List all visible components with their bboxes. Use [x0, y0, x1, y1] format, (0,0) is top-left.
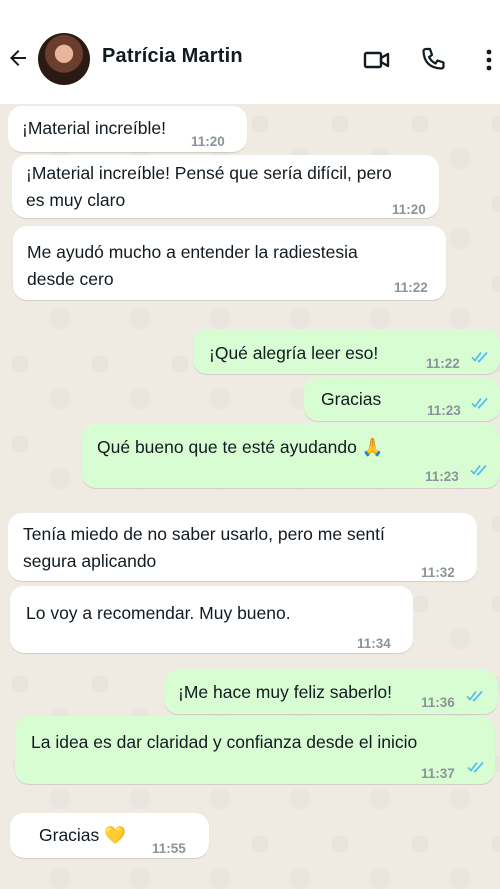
message-text: Qué bueno que te esté ayudando 🙏: [97, 437, 384, 457]
message-text: Lo voy a recomendar. Muy bueno.: [26, 603, 291, 623]
back-arrow-icon[interactable]: [6, 46, 30, 70]
message-time: 11:20: [191, 134, 225, 149]
contact-name[interactable]: Patrícia Martin: [102, 45, 243, 68]
more-vertical-icon[interactable]: [474, 45, 500, 75]
message-bubble-outgoing[interactable]: Gracias 11:23: [304, 377, 500, 421]
message-time: 11:37: [421, 766, 455, 781]
message-bubble-incoming[interactable]: Tenía miedo de no saber usarlo, pero me …: [8, 513, 477, 581]
message-text: ¡Material increíble! Pensé que sería dif…: [26, 163, 392, 183]
message-bubble-outgoing[interactable]: Qué bueno que te esté ayudando 🙏 11:23: [82, 423, 500, 488]
message-time: 11:23: [427, 403, 461, 418]
video-call-icon[interactable]: [362, 45, 392, 75]
message-text: segura aplicando: [23, 551, 157, 571]
message-bubble-incoming[interactable]: Lo voy a recomendar. Muy bueno. 11:34: [10, 586, 413, 653]
message-bubble-outgoing[interactable]: ¡Qué alegría leer eso! 11:22: [193, 329, 500, 374]
read-ticks-icon: [466, 690, 483, 702]
phone-icon[interactable]: [418, 45, 448, 75]
message-bubble-incoming[interactable]: ¡Material increíble! 11:20: [8, 106, 247, 152]
message-time: 11:34: [357, 636, 391, 651]
message-text: Me ayudó mucho a entender la radiestesia: [27, 242, 358, 262]
avatar[interactable]: [38, 33, 90, 85]
message-time: 11:20: [392, 202, 426, 217]
message-time: 11:32: [421, 565, 455, 580]
read-ticks-icon: [471, 397, 488, 409]
read-ticks-icon: [470, 464, 487, 476]
chat-header: Patrícia Martin: [0, 0, 500, 104]
message-text: ¡Qué alegría leer eso!: [209, 343, 379, 363]
message-time: 11:22: [394, 280, 428, 295]
message-time: 11:23: [425, 469, 459, 484]
message-text: Tenía miedo de no saber usarlo, pero me …: [23, 524, 385, 544]
message-time: 11:55: [152, 841, 186, 856]
message-text: La idea es dar claridad y confianza desd…: [31, 732, 418, 752]
message-text: Gracias: [321, 389, 382, 409]
message-bubble-incoming[interactable]: Me ayudó mucho a entender la radiestesia…: [13, 226, 446, 300]
read-ticks-icon: [467, 761, 484, 773]
message-time: 11:36: [421, 695, 455, 710]
message-text: desde cero: [27, 269, 114, 289]
message-text: Gracias 💛: [39, 825, 126, 845]
read-ticks-icon: [471, 351, 488, 363]
message-bubble-incoming[interactable]: Gracias 💛 11:55: [10, 813, 209, 858]
message-text: ¡Me hace muy feliz saberlo!: [178, 682, 392, 702]
message-time: 11:22: [426, 356, 460, 371]
message-bubble-outgoing[interactable]: ¡Me hace muy feliz saberlo! 11:36: [164, 670, 498, 714]
message-text: es muy claro: [26, 190, 126, 210]
message-bubble-outgoing[interactable]: La idea es dar claridad y confianza desd…: [15, 716, 495, 784]
message-bubble-incoming[interactable]: ¡Material increíble! Pensé que sería dif…: [12, 155, 439, 218]
message-text: ¡Material increíble!: [22, 118, 166, 138]
